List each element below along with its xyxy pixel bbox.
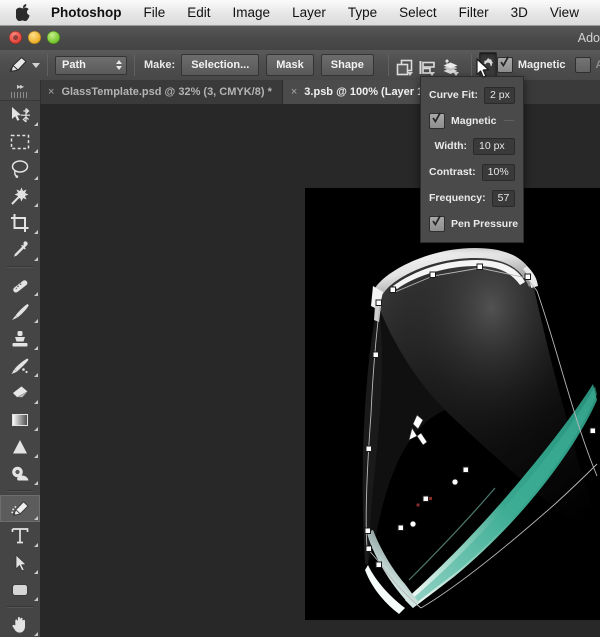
options-divider-2: [134, 54, 135, 76]
path-arrangement-icon[interactable]: [440, 53, 461, 77]
menu-photoshop[interactable]: Photoshop: [51, 0, 122, 26]
path-mode-select[interactable]: Path: [55, 56, 127, 75]
contrast-input[interactable]: 10%: [482, 164, 515, 181]
photoshop-window: Photoshop File Edit Image Layer Type Sel…: [0, 0, 600, 637]
options-divider-4: [471, 54, 472, 76]
menu-type[interactable]: Type: [348, 0, 377, 26]
pen-tool[interactable]: [0, 495, 40, 522]
contrast-label: Contrast:: [429, 166, 476, 178]
align-edges-checkbox[interactable]: [575, 57, 591, 73]
collapse-panel-icon[interactable]: ▸▸: [0, 80, 40, 101]
path-alignment-icon[interactable]: [418, 53, 437, 77]
window-controls: [9, 31, 60, 44]
magnetic-options-popup[interactable]: Curve Fit: 2 px Magnetic Width: 10 px Co…: [420, 76, 524, 243]
close-icon[interactable]: ×: [48, 86, 54, 98]
mac-menu-bar: Photoshop File Edit Image Layer Type Sel…: [0, 0, 600, 26]
path-operations-icon[interactable]: [396, 53, 415, 77]
make-selection-button[interactable]: Selection...: [181, 54, 259, 76]
document-tab-label: 3.psb @ 100% (Layer 1,: [304, 86, 426, 98]
close-icon[interactable]: ×: [291, 86, 297, 98]
popup-magnetic-checkbox[interactable]: [429, 113, 445, 129]
document-tab-label: GlassTemplate.psd @ 32% (3, CMYK/8) *: [61, 86, 271, 98]
width-label: Width:: [434, 140, 467, 152]
popup-rule: [504, 120, 514, 121]
menu-edit[interactable]: Edit: [187, 0, 210, 26]
eraser-tool[interactable]: [0, 379, 40, 406]
rectangle-tool[interactable]: [0, 576, 40, 603]
artwork: [305, 188, 600, 620]
blur-tool[interactable]: [0, 433, 40, 460]
make-label: Make:: [144, 59, 175, 71]
frequency-label: Frequency:: [429, 192, 486, 204]
path-mode-value: Path: [62, 59, 86, 71]
frequency-row: Frequency: 57: [429, 187, 515, 209]
hand-tool[interactable]: [0, 611, 40, 637]
menu-image[interactable]: Image: [233, 0, 271, 26]
width-input[interactable]: 10 px: [473, 138, 515, 155]
curve-fit-row: Curve Fit: 2 px: [429, 84, 515, 106]
tools-panel: ▸▸: [0, 80, 41, 637]
path-mode-stepper-icon: [116, 60, 122, 70]
tool-divider-3: [7, 606, 33, 608]
tool-preset-picker[interactable]: [7, 53, 29, 77]
path-selection-tool[interactable]: [0, 549, 40, 576]
pen-pressure-checkbox[interactable]: [429, 216, 445, 232]
type-tool[interactable]: [0, 522, 40, 549]
dodge-tool[interactable]: [0, 460, 40, 487]
lasso-tool[interactable]: [0, 155, 40, 182]
popup-magnetic-label: Magnetic: [451, 115, 497, 127]
move-tool[interactable]: [0, 101, 40, 128]
crop-tool[interactable]: [0, 209, 40, 236]
brush-tool[interactable]: [0, 298, 40, 325]
menu-file[interactable]: File: [144, 0, 166, 26]
menu-filter[interactable]: Filter: [459, 0, 489, 26]
options-divider-3: [388, 54, 389, 76]
make-shape-button[interactable]: Shape: [321, 54, 374, 76]
close-button[interactable]: [9, 31, 22, 44]
window-title-bar: Ado: [0, 26, 600, 51]
options-divider: [47, 54, 48, 76]
frequency-input[interactable]: 57: [492, 190, 515, 207]
rectangular-marquee-tool[interactable]: [0, 128, 40, 155]
pen-pressure-label: Pen Pressure: [451, 218, 518, 230]
document-tab-glasstemplate[interactable]: × GlassTemplate.psd @ 32% (3, CMYK/8) *: [40, 80, 283, 104]
curve-fit-input[interactable]: 2 px: [484, 87, 515, 104]
tool-divider-2: [7, 490, 33, 492]
document-canvas[interactable]: [305, 188, 600, 620]
minimize-button[interactable]: [28, 31, 41, 44]
eyedropper-tool[interactable]: [0, 236, 40, 263]
tool-preset-chevron-icon[interactable]: [32, 63, 40, 68]
gear-icon[interactable]: [479, 52, 497, 78]
curve-fit-label: Curve Fit:: [429, 89, 478, 101]
contrast-row: Contrast: 10%: [429, 161, 515, 183]
magnetic-row: Magnetic: [429, 110, 515, 131]
width-row: Width: 10 px: [429, 135, 515, 157]
align-edges-label: Align E: [596, 59, 600, 71]
menu-select[interactable]: Select: [399, 0, 437, 26]
healing-brush-tool[interactable]: [0, 271, 40, 298]
magic-wand-tool[interactable]: [0, 182, 40, 209]
menu-view[interactable]: View: [550, 0, 579, 26]
menu-layer[interactable]: Layer: [292, 0, 326, 26]
apple-logo-icon[interactable]: [16, 4, 31, 21]
document-tab-3psb[interactable]: × 3.psb @ 100% (Layer 1,: [283, 80, 437, 104]
tool-divider: [7, 266, 33, 268]
make-mask-button[interactable]: Mask: [266, 54, 314, 76]
clone-stamp-tool[interactable]: [0, 325, 40, 352]
gradient-tool[interactable]: [0, 406, 40, 433]
window-title: Ado: [578, 26, 600, 50]
magnetic-checkbox[interactable]: [497, 57, 513, 73]
menu-3d[interactable]: 3D: [511, 0, 528, 26]
magnetic-label: Magnetic: [518, 59, 566, 71]
pen-pressure-row: Pen Pressure: [429, 213, 515, 234]
history-brush-tool[interactable]: [0, 352, 40, 379]
zoom-button[interactable]: [47, 31, 60, 44]
